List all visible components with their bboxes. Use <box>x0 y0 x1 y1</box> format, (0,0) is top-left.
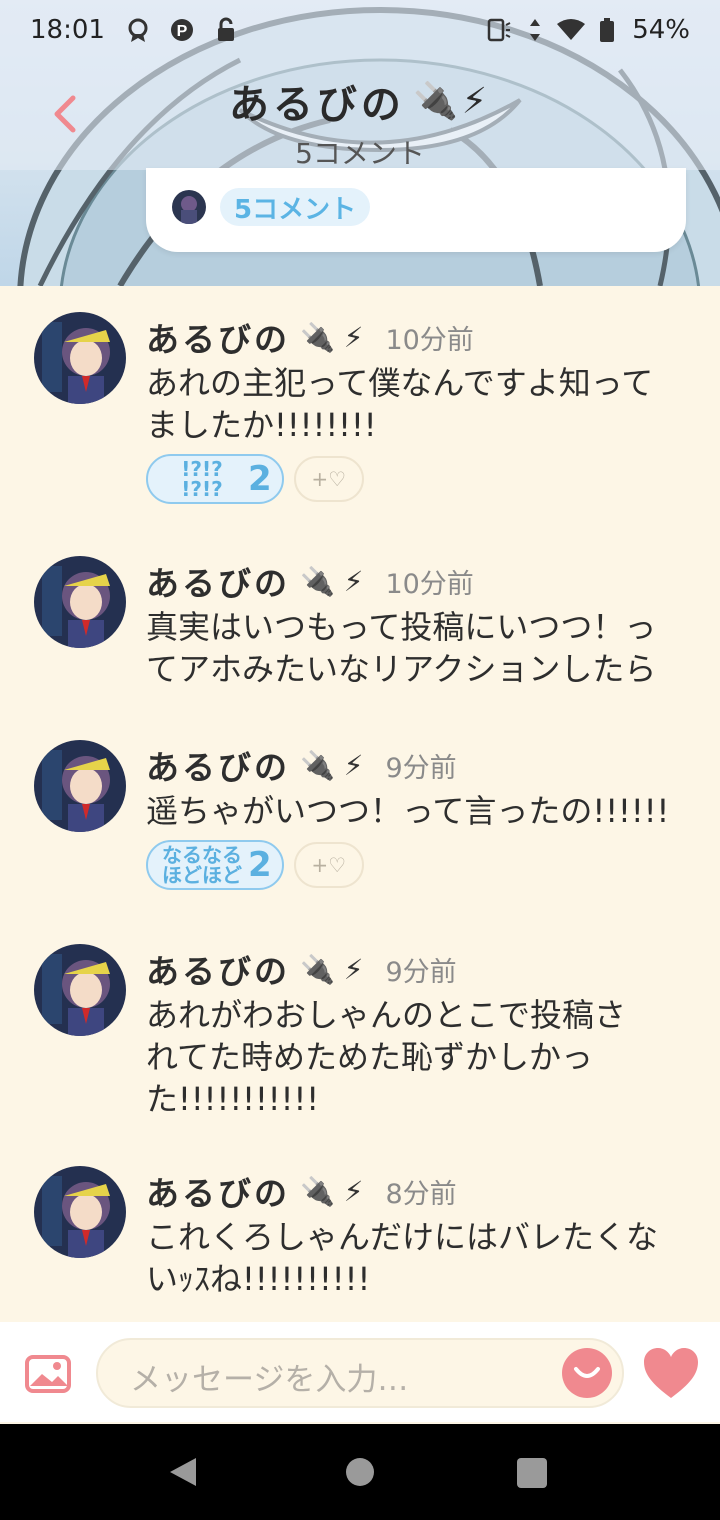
avatar[interactable] <box>34 740 126 832</box>
nav-back-icon[interactable] <box>168 1456 198 1488</box>
award-icon <box>123 15 153 45</box>
avatar[interactable] <box>34 1166 126 1258</box>
parking-icon: P <box>167 15 197 45</box>
author-emoji: 🔌 ⚡ <box>300 564 364 598</box>
data-arrows-icon <box>520 15 550 45</box>
stamp-picker-button[interactable] <box>562 1348 612 1398</box>
image-attach-button[interactable] <box>24 1354 72 1394</box>
like-button[interactable] <box>642 1346 700 1400</box>
page-title: あるびの 🔌⚡ <box>229 72 491 130</box>
top-bar: あるびの 🔌⚡ 5コメント <box>0 62 720 170</box>
page-title-name: あるびの <box>228 82 405 128</box>
avatar <box>172 190 206 224</box>
avatar[interactable] <box>34 312 126 404</box>
battery-percent: 54% <box>632 15 690 45</box>
author-emoji: 🔌 ⚡ <box>300 1174 364 1208</box>
lock-icon <box>211 15 241 45</box>
author-emoji: 🔌 ⚡ <box>300 320 364 354</box>
nfc-icon <box>484 15 514 45</box>
comment-author[interactable]: あるびの <box>146 741 290 789</box>
comment-time: 8分前 <box>385 1178 457 1210</box>
author-emoji: 🔌 ⚡ <box>300 748 364 782</box>
comment-time: 10分前 <box>385 324 474 356</box>
svg-text:P: P <box>177 23 188 40</box>
comment-text: これくろしゃんだけにはバレたくな いｯｽね!!!!!!!!!! <box>146 1218 659 1298</box>
comment-author[interactable]: あるびの <box>146 557 290 605</box>
status-time: 18:01 <box>30 15 105 45</box>
comment-count-badge[interactable]: 5コメント <box>220 188 371 226</box>
message-input[interactable]: メッセージを入力… <box>96 1338 624 1408</box>
avatar[interactable] <box>34 556 126 648</box>
wifi-icon <box>556 15 586 45</box>
stamp-reaction[interactable]: !?!? !?!? 2 <box>146 454 284 504</box>
header-title-block: あるびの 🔌⚡ 5コメント <box>0 72 720 172</box>
image-icon <box>25 1355 71 1393</box>
comment-text: 遥ちゃがいつつ！って言ったの!!!!!! <box>146 792 670 830</box>
stamp-count: 2 <box>248 845 272 885</box>
add-reaction-button[interactable]: +♡ <box>293 842 364 888</box>
title-emoji: 🔌⚡ <box>412 81 492 122</box>
stamp-label: !?!? !?!? <box>181 457 223 501</box>
system-nav-bar <box>0 1424 720 1520</box>
status-bar: 18:01 P 54% <box>0 0 720 60</box>
comment-count: 5コメント <box>295 137 425 170</box>
comment-time: 10分前 <box>385 568 474 600</box>
reactions: なるなる ほどほど 2 +♡ <box>146 840 680 890</box>
comment-author[interactable]: あるびの <box>146 313 290 361</box>
avatar[interactable] <box>34 944 126 1036</box>
stamp-label: なるなる ほどほど <box>162 843 242 887</box>
comment-author[interactable]: あるびの <box>146 945 290 993</box>
comment-author[interactable]: あるびの <box>146 1167 290 1215</box>
comment-text: 真実はいつもって投稿にいつつ！っ てアホみたいなリアクションしたら <box>146 608 657 688</box>
author-emoji: 🔌 ⚡ <box>300 952 364 986</box>
nav-recents-icon[interactable] <box>517 1458 547 1488</box>
comment-time: 9分前 <box>385 956 457 988</box>
header-banner: 18:01 P 54% あるびの 🔌⚡ 5コメント 5コメント <box>0 0 720 286</box>
stamp-count: 2 <box>248 459 272 499</box>
reactions: !?!? !?!? 2 +♡ <box>146 454 680 504</box>
message-input-bar: メッセージを入力… <box>0 1322 720 1422</box>
nav-home-icon[interactable] <box>346 1458 374 1486</box>
message-placeholder: メッセージを入力… <box>130 1362 409 1398</box>
comment-time: 9分前 <box>385 752 457 784</box>
battery-icon <box>592 15 622 45</box>
stamp-reaction[interactable]: なるなる ほどほど 2 <box>146 840 284 890</box>
smile-icon <box>574 1367 600 1378</box>
comment-text: あれの主犯って僕なんですよ知って ましたか!!!!!!!! <box>146 364 654 444</box>
heart-icon <box>644 1348 698 1398</box>
post-card[interactable]: 5コメント <box>146 168 686 252</box>
add-reaction-button[interactable]: +♡ <box>293 456 364 502</box>
comment-text: あれがわおしゃんのとこで投稿さ れてた時めためた恥ずかしかっ た!!!!!!!!… <box>146 996 627 1118</box>
